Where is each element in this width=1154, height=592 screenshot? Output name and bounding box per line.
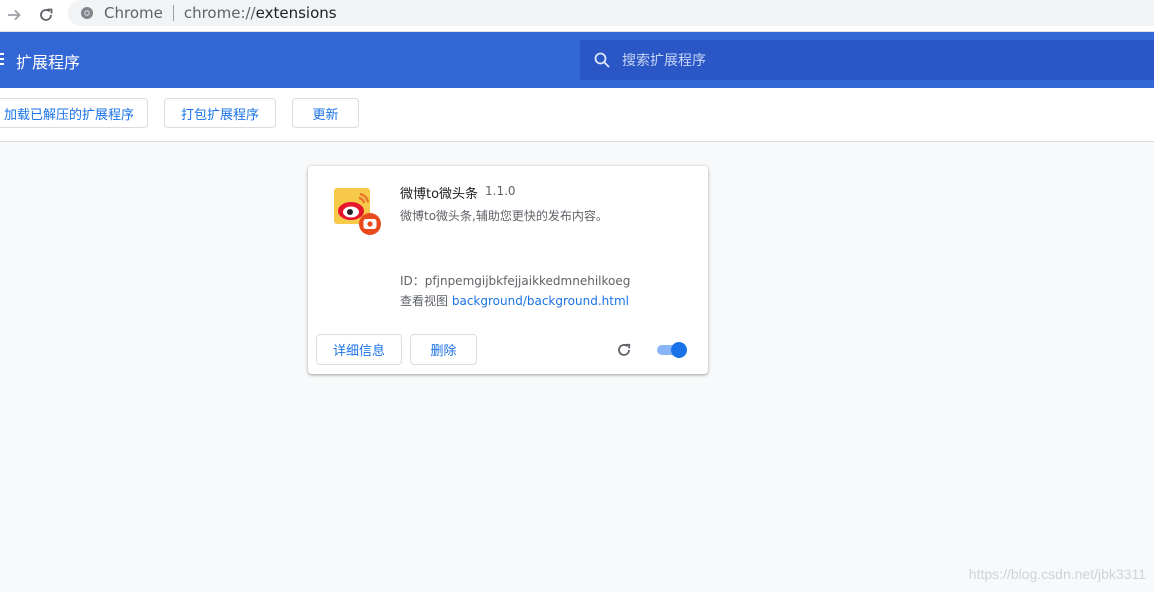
- watermark: https://blog.csdn.net/jbk3311: [968, 566, 1146, 582]
- page-title: 扩展程序: [16, 53, 81, 72]
- address-bar[interactable]: Chrome chrome://extensions: [68, 0, 1154, 26]
- search-icon: [594, 52, 610, 68]
- reload-icon: [40, 8, 53, 21]
- url-text: chrome://extensions: [184, 4, 337, 22]
- toggle-knob: [671, 342, 687, 358]
- hamburger-menu-icon: [0, 53, 4, 65]
- site-label: Chrome: [104, 4, 163, 22]
- url-path: extensions: [255, 4, 337, 22]
- reload-icon: [618, 343, 631, 356]
- search-placeholder: 搜索扩展程序: [622, 53, 706, 69]
- developer-toolbar: 加载已解压的扩展程序 打包扩展程序 更新: [0, 88, 1154, 142]
- main-menu-button[interactable]: [0, 52, 4, 71]
- omnibox-separator: [172, 5, 174, 21]
- pack-extension-button[interactable]: 打包扩展程序: [164, 98, 276, 128]
- extension-id-label: ID：: [400, 274, 425, 288]
- extension-id: ID：pfjnpemgijbkfejjaikkedmnehilkoeg: [400, 272, 630, 289]
- inspect-views-label: 查看视图: [400, 294, 449, 308]
- url-scheme: chrome://: [183, 4, 256, 22]
- weibo-logo-icon: [334, 188, 381, 235]
- extension-version: 1.1.0: [485, 184, 516, 198]
- reload-extension-button[interactable]: [614, 340, 634, 360]
- chrome-logo-icon: [81, 7, 93, 19]
- extension-card: 微博to微头条 1.1.0 微博to微头条,辅助您更快的发布内容。 ID：pfj…: [308, 166, 708, 374]
- extensions-header: 扩展程序 搜索扩展程序: [0, 32, 1154, 88]
- enable-toggle[interactable]: [657, 342, 689, 358]
- extension-name: 微博to微头条: [400, 187, 479, 202]
- forward-arrow-icon: [8, 9, 21, 21]
- remove-button[interactable]: 删除: [410, 334, 477, 365]
- details-button[interactable]: 详细信息: [316, 334, 402, 365]
- extension-id-value: pfjnpemgijbkfejjaikkedmnehilkoeg: [424, 274, 631, 288]
- inspect-views: 查看视图 background/background.html: [400, 292, 629, 309]
- extension-description: 微博to微头条,辅助您更快的发布内容。: [400, 209, 608, 223]
- browser-toolbar: Chrome chrome://extensions: [0, 0, 1154, 32]
- background-page-link[interactable]: background/background.html: [452, 294, 629, 308]
- reload-page-button[interactable]: [35, 4, 57, 26]
- update-button[interactable]: 更新: [292, 98, 359, 128]
- load-unpacked-button[interactable]: 加载已解压的扩展程序: [0, 98, 148, 128]
- search-input[interactable]: 搜索扩展程序: [580, 40, 1154, 80]
- forward-button[interactable]: [3, 4, 25, 26]
